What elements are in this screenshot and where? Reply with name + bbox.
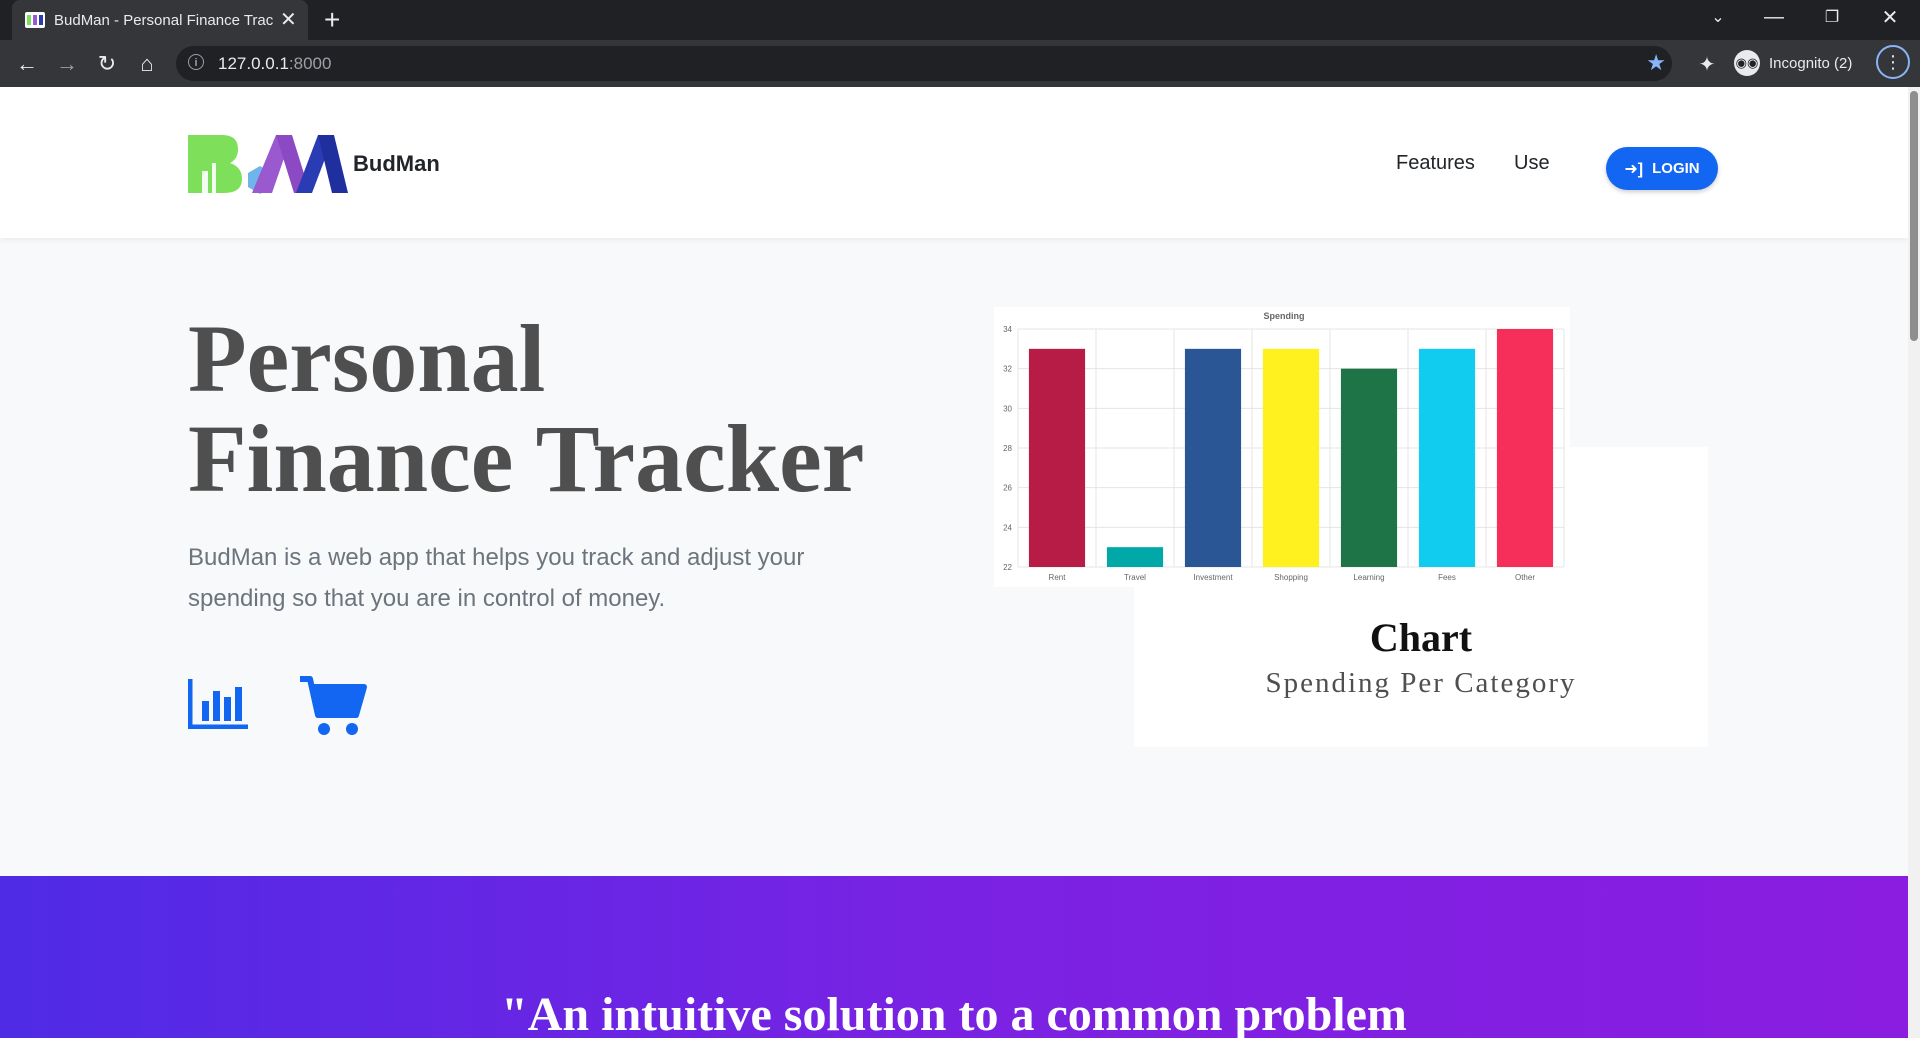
url-text[interactable]: 127.0.0.1:8000 [218, 54, 331, 74]
page-scrollbar[interactable] [1908, 87, 1920, 1038]
x-tick-label: Other [1515, 573, 1535, 582]
x-tick-label: Rent [1049, 573, 1067, 582]
x-tick-label: Fees [1438, 573, 1456, 582]
y-tick-label: 28 [1003, 444, 1012, 453]
hero-title: Personal Finance Tracker [188, 309, 864, 509]
shopping-cart-icon[interactable] [298, 675, 368, 737]
y-tick-label: 24 [1003, 523, 1012, 532]
nav-link-use[interactable]: Use [1514, 152, 1550, 175]
reload-icon[interactable]: ↻ [92, 49, 122, 79]
x-tick-label: Travel [1124, 573, 1146, 582]
brand-name[interactable]: BudMan [353, 151, 440, 177]
bar-travel [1106, 547, 1164, 567]
tab-close-icon[interactable]: ✕ [280, 10, 297, 30]
site-info-icon[interactable]: i [188, 54, 204, 70]
chart-title: Spending [1264, 311, 1305, 321]
card-subtitle: Spending Per Category [1265, 667, 1577, 699]
bar-investment [1184, 348, 1242, 567]
login-button[interactable]: ➜] LOGIN [1606, 147, 1718, 190]
bar-chart-icon[interactable] [188, 677, 250, 729]
address-bar[interactable]: i 127.0.0.1:8000 ★ [176, 46, 1672, 81]
y-tick-label: 30 [1003, 404, 1012, 413]
browser-tab[interactable]: BudMan - Personal Finance Tracker ✕ [12, 0, 308, 40]
browser-menu-icon[interactable]: ⋮ [1876, 45, 1910, 79]
forward-icon[interactable]: → [52, 49, 82, 79]
y-tick-label: 22 [1003, 563, 1012, 572]
restore-icon[interactable]: ❐ [1804, 0, 1860, 34]
close-window-icon[interactable]: ✕ [1862, 0, 1918, 34]
chart-x-ticks: Rent Travel Investment Shopping Learning Fees… [1049, 573, 1536, 582]
x-tick-label: Investment [1193, 573, 1233, 582]
y-tick-label: 32 [1003, 365, 1012, 374]
bar-other [1496, 329, 1554, 567]
profile-label: Incognito (2) [1769, 54, 1853, 72]
browser-toolbar: ← → ↻ ⌂ i 127.0.0.1:8000 ★ ✦ ◉◉ Incognit… [0, 40, 1920, 87]
nav-link-features[interactable]: Features [1396, 152, 1475, 175]
new-tab-icon[interactable]: + [324, 4, 340, 36]
sign-in-icon: ➜] [1624, 160, 1644, 178]
login-label: LOGIN [1652, 160, 1700, 177]
x-tick-label: Learning [1353, 573, 1384, 582]
spending-bar-chart: 22 24 26 28 30 32 34 Rent Travel Investment Shopp… [1003, 311, 1565, 582]
incognito-profile[interactable]: ◉◉ Incognito (2) [1734, 47, 1852, 79]
hero-title-line2: Finance Tracker [188, 405, 865, 512]
hero-title-line1: Personal [188, 305, 546, 412]
back-icon[interactable]: ← [12, 49, 42, 79]
browser-tabstrip: BudMan - Personal Finance Tracker ✕ + ⌄ … [0, 0, 1920, 40]
home-icon[interactable]: ⌂ [132, 49, 162, 79]
scrollbar-thumb[interactable] [1910, 91, 1918, 341]
minimize-icon[interactable]: — [1746, 0, 1802, 34]
spending-chart-container: 22 24 26 28 30 32 34 Rent Travel Investment Shopp… [994, 307, 1570, 587]
bar-rent [1028, 348, 1086, 567]
page-viewport: BudMan Features Use ➜] LOGIN Personal Fi… [0, 87, 1908, 1038]
card-title: Chart [1369, 615, 1473, 660]
hero-description: BudMan is a web app that helps you track… [188, 544, 805, 612]
y-tick-label: 34 [1003, 325, 1012, 334]
bookmark-star-icon[interactable]: ★ [1646, 50, 1666, 76]
bar-learning [1340, 368, 1398, 567]
budman-logo[interactable] [188, 133, 348, 195]
x-tick-label: Shopping [1274, 573, 1308, 582]
bar-fees [1418, 348, 1476, 567]
incognito-icon: ◉◉ [1734, 50, 1760, 76]
extensions-icon[interactable]: ✦ [1692, 49, 1722, 79]
site-navbar: BudMan Features Use ➜] LOGIN [0, 87, 1908, 238]
tab-favicon [25, 12, 45, 28]
chart-y-ticks: 22 24 26 28 30 32 34 [1003, 325, 1012, 572]
y-tick-label: 26 [1003, 484, 1012, 493]
testimonial-quote: "An intuitive solution to a common probl… [501, 988, 1407, 1038]
bar-shopping [1262, 348, 1320, 567]
tab-search-icon[interactable]: ⌄ [1690, 0, 1746, 34]
tab-title: BudMan - Personal Finance Tracker [54, 11, 274, 29]
